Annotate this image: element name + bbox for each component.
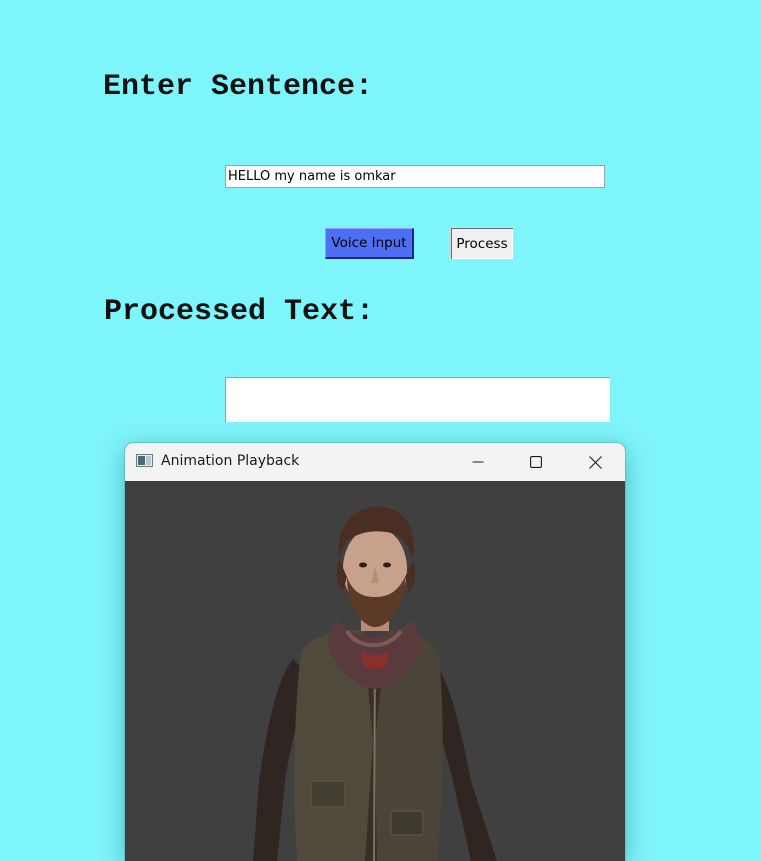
close-icon xyxy=(588,455,602,469)
enter-sentence-heading: Enter Sentence: xyxy=(103,70,374,104)
animated-person-figure xyxy=(253,506,497,861)
animation-viewport xyxy=(125,481,625,861)
processed-text-heading: Processed Text: xyxy=(104,295,375,329)
close-button[interactable] xyxy=(572,443,618,481)
app-window-icon xyxy=(136,454,153,467)
maximize-icon xyxy=(530,456,542,468)
window-title: Animation Playback xyxy=(161,453,300,469)
minimize-button[interactable] xyxy=(455,443,501,481)
voice-input-button[interactable]: Voice Input xyxy=(325,228,414,259)
process-button[interactable]: Process xyxy=(450,227,514,260)
animation-playback-window[interactable]: Animation Playback xyxy=(125,443,625,861)
minimize-icon xyxy=(472,461,484,463)
window-titlebar[interactable]: Animation Playback xyxy=(125,443,625,481)
processed-text-output[interactable] xyxy=(225,377,610,422)
maximize-button[interactable] xyxy=(513,443,559,481)
sentence-input[interactable] xyxy=(225,165,605,188)
